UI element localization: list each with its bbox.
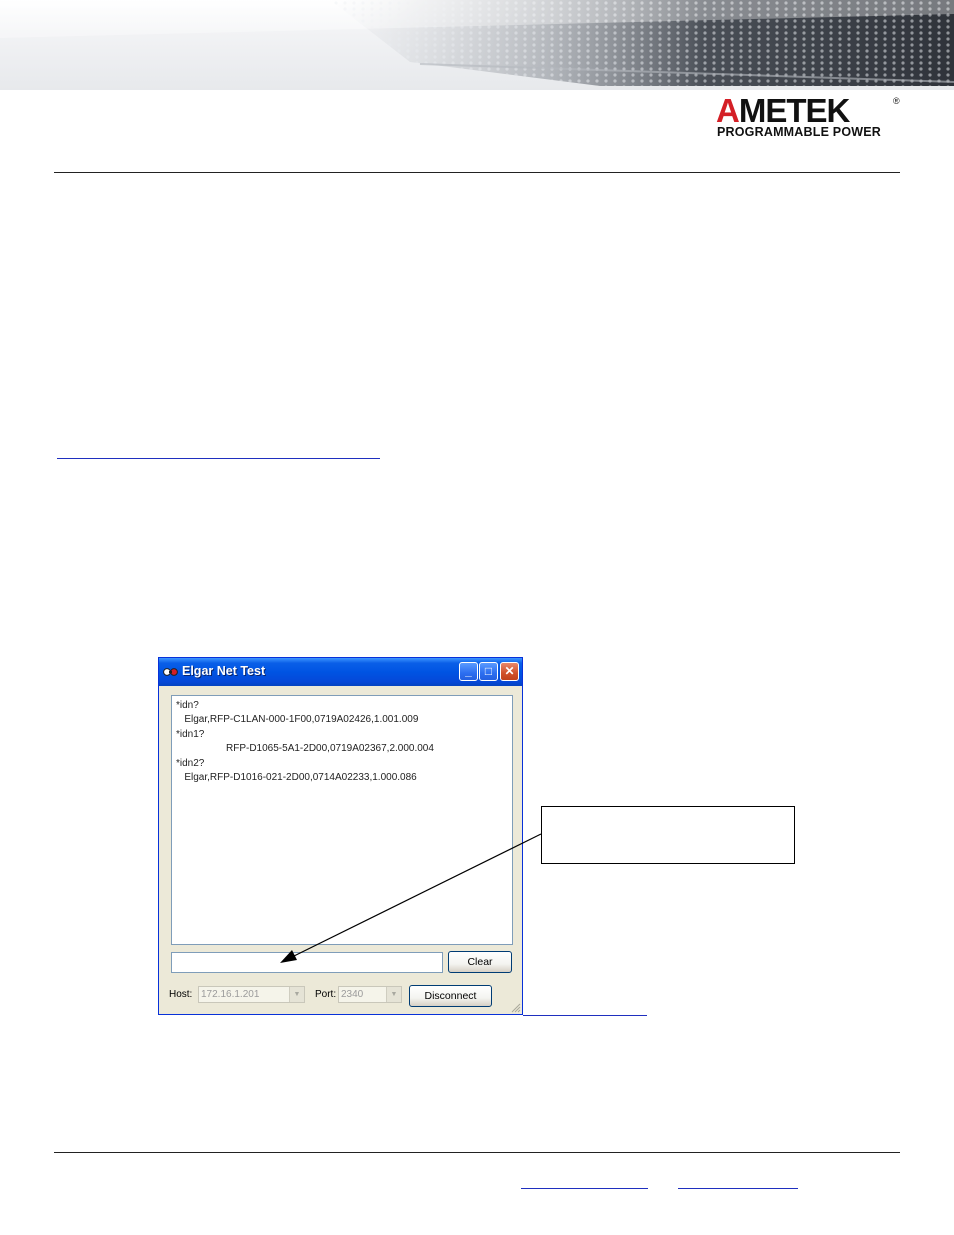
logo-subtitle: PROGRAMMABLE POWER (717, 125, 882, 139)
port-label: Port: (315, 989, 337, 1000)
clear-button[interactable]: Clear (448, 951, 512, 973)
ametek-logo: AMETEK ® PROGRAMMABLE POWER (716, 94, 906, 142)
resize-grip-icon[interactable] (509, 1001, 521, 1013)
output-line: Elgar,RFP-D1016-021-2D00,0714A02233,1.00… (176, 772, 417, 783)
minimize-button[interactable]: _ (459, 662, 478, 681)
host-value: 172.16.1.201 (201, 989, 260, 1000)
window-titlebar[interactable]: Elgar Net Test _ □ ✕ (159, 658, 522, 686)
response-output[interactable]: *idn? Elgar,RFP-C1LAN-000-1F00,0719A0242… (171, 695, 513, 945)
chevron-down-icon[interactable]: ▼ (289, 987, 304, 1002)
output-line: Elgar,RFP-C1LAN-000-1F00,0719A02426,1.00… (176, 714, 419, 725)
chevron-down-icon[interactable]: ▼ (386, 987, 401, 1002)
maximize-button[interactable]: □ (479, 662, 498, 681)
header-banner (0, 0, 954, 90)
window-title: Elgar Net Test (182, 664, 266, 678)
figure-link-underline[interactable] (523, 1015, 647, 1016)
perforated-metal-graphic (0, 0, 954, 86)
footer-rule (54, 1152, 900, 1153)
output-line: *idn1? (176, 729, 205, 740)
command-input[interactable] (171, 952, 443, 973)
output-line: *idn? (176, 700, 199, 711)
output-line: RFP-D1065-5A1-2D00,0719A02367,2.000.004 (176, 743, 434, 754)
footer-link-underline[interactable] (678, 1188, 798, 1189)
output-line: *idn2? (176, 758, 205, 769)
callout-box (541, 806, 795, 864)
app-icon (163, 668, 178, 676)
logo-wordmark: AMETEK (716, 92, 850, 129)
elgar-net-test-window: Elgar Net Test _ □ ✕ *idn? Elgar,RFP-C1L… (158, 657, 523, 1015)
callout-arrow (280, 833, 542, 963)
footer-link-underline[interactable] (521, 1188, 648, 1189)
port-value: 2340 (341, 989, 364, 1000)
host-label: Host: (169, 989, 193, 1000)
port-select[interactable]: 2340 ▼ (338, 986, 402, 1003)
host-select[interactable]: 172.16.1.201 ▼ (198, 986, 305, 1003)
registered-mark: ® (893, 96, 900, 106)
document-link-underline[interactable] (57, 458, 380, 459)
header-rule (54, 172, 900, 173)
close-button[interactable]: ✕ (500, 662, 519, 681)
disconnect-button[interactable]: Disconnect (409, 985, 492, 1007)
